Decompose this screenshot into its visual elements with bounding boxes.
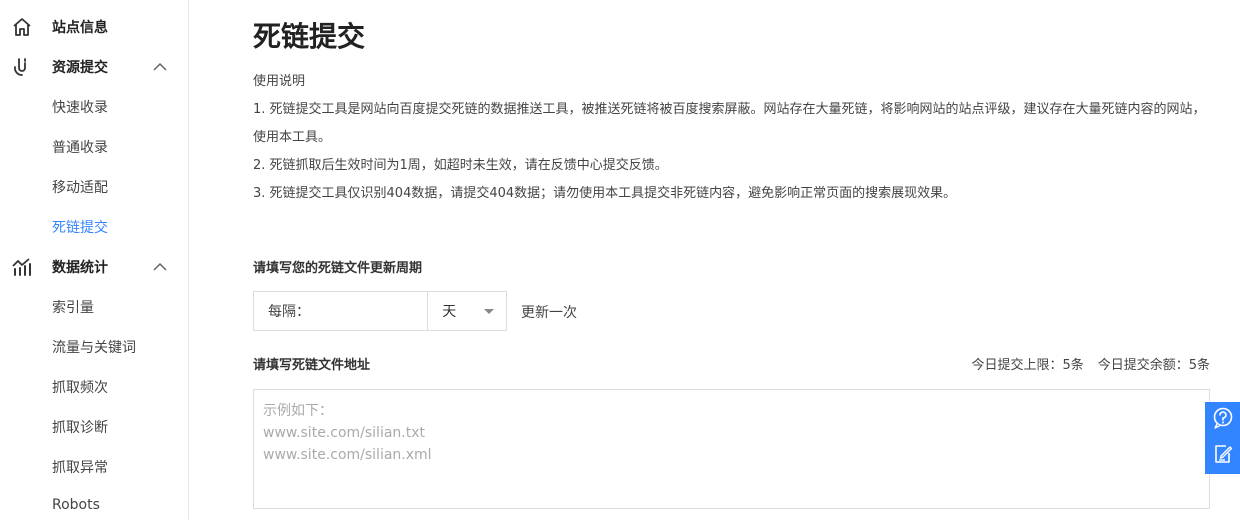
usage-instructions: 使用说明 1. 死链提交工具是网站向百度提交死链的数据推送工具，被推送死链将被百…: [253, 68, 1213, 208]
quota-info: 今日提交上限：5条 今日提交余额：5条: [971, 354, 1210, 373]
sidebar-item-index-volume[interactable]: 索引量: [52, 297, 94, 317]
period-label: 请填写您的死链文件更新周期: [253, 261, 423, 276]
sidebar-item-robots[interactable]: Robots: [52, 497, 100, 513]
sidebar-group-data-stats[interactable]: 数据统计: [0, 247, 188, 287]
usage-heading: 使用说明: [253, 74, 306, 89]
link-icon: [11, 56, 33, 78]
sidebar-item-crawl-frequency[interactable]: 抓取频次: [52, 377, 108, 397]
usage-line: 3. 死链提交工具仅识别404数据，请提交404数据；请勿使用本工具提交非死链内…: [253, 186, 957, 201]
sidebar-item-normal-index[interactable]: 普通收录: [52, 137, 108, 157]
floating-toolbar: [1205, 402, 1240, 474]
sidebar-item-crawl-diagnosis[interactable]: 抓取诊断: [52, 417, 108, 437]
caret-down-icon: [484, 309, 494, 314]
chart-icon: [11, 256, 33, 278]
sidebar-group-resource-submit[interactable]: 资源提交: [0, 47, 188, 87]
edit-icon: [1212, 443, 1234, 469]
sidebar-group-label: 站点信息: [52, 20, 108, 36]
sidebar-group-label: 数据统计: [52, 260, 108, 276]
period-suffix: 更新一次: [521, 305, 577, 321]
usage-line: 1. 死链提交工具是网站向百度提交死链的数据推送工具，被推送死链将被百度搜索屏蔽…: [253, 102, 1206, 145]
sidebar-item-mobile-adapt[interactable]: 移动适配: [52, 177, 108, 197]
chevron-up-icon[interactable]: [152, 59, 168, 75]
period-prefix: 每隔：: [268, 304, 310, 320]
quota-limit: 今日提交上限：5条: [971, 358, 1084, 373]
placeholder-line: www.site.com/silian.xml: [263, 447, 432, 463]
dead-link-url-textarea[interactable]: 示例如下： www.site.com/silian.txt www.site.c…: [253, 389, 1210, 509]
page-title: 死链提交: [253, 20, 366, 53]
sidebar-group-label: 资源提交: [52, 60, 108, 76]
period-unit-select[interactable]: 天: [428, 292, 506, 330]
chevron-up-icon[interactable]: [152, 259, 168, 275]
sidebar: 站点信息 资源提交 快速收录 普通收录 移动适配 死链提交 数据统计 索引量 流…: [0, 0, 189, 520]
sidebar-group-site-info[interactable]: 站点信息: [0, 7, 188, 47]
period-unit-value: 天: [442, 304, 457, 320]
period-input[interactable]: 每隔：: [254, 292, 429, 330]
sidebar-item-traffic-keywords[interactable]: 流量与关键词: [52, 337, 136, 357]
feedback-button[interactable]: [1205, 438, 1240, 474]
placeholder-line: www.site.com/silian.txt: [263, 425, 425, 441]
period-field: 每隔： 天: [253, 291, 507, 331]
sidebar-item-fast-index[interactable]: 快速收录: [52, 97, 108, 117]
sidebar-item-crawl-errors[interactable]: 抓取异常: [52, 457, 108, 477]
sidebar-item-dead-link[interactable]: 死链提交: [52, 217, 108, 237]
placeholder-line: 示例如下：: [263, 403, 333, 419]
quota-remaining: 今日提交余额：5条: [1097, 358, 1210, 373]
usage-line: 2. 死链抓取后生效时间为1周，如超时未生效，请在反馈中心提交反馈。: [253, 158, 668, 173]
url-label: 请填写死链文件地址: [253, 358, 371, 373]
home-icon: [11, 16, 33, 38]
help-button[interactable]: [1205, 402, 1240, 438]
help-icon: [1212, 407, 1234, 433]
